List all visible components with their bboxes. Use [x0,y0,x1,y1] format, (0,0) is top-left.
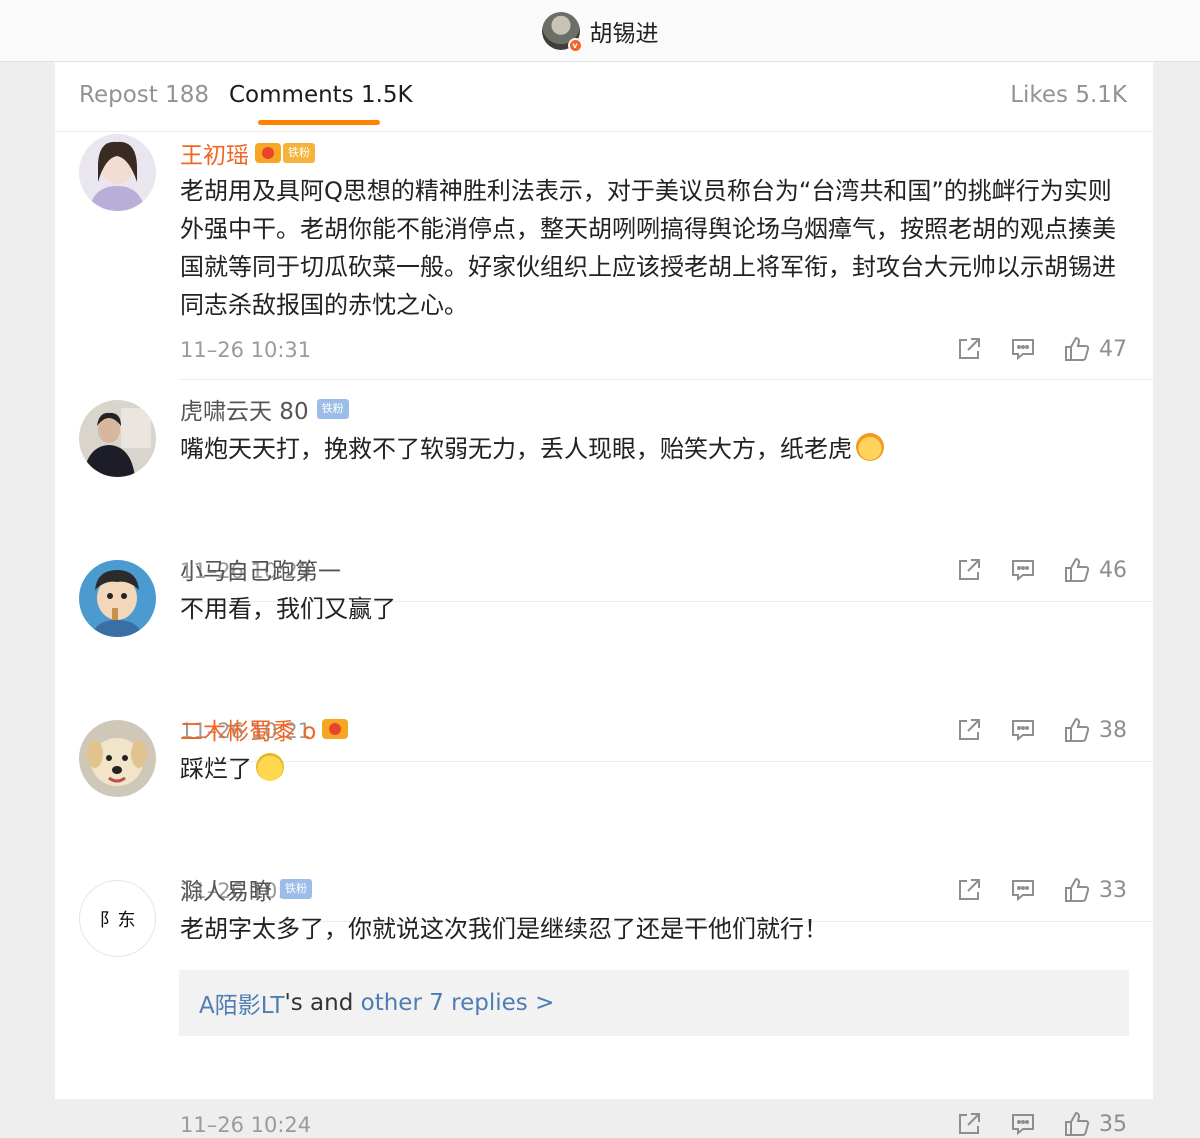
comment-text: 不用看，我们又赢了 [180,595,396,623]
comment-item: 阝东 滁人易瞭 铁粉 老胡字太多了，你就说这次我们是继续忍了还是干他们就行！ A… [55,860,1153,1137]
timestamp: 11–26 10:31 [180,338,312,362]
tiger-emoji-icon [856,433,884,461]
like-button[interactable]: 35 [1063,1110,1127,1138]
username[interactable]: 小马自己跑第一 [180,552,341,586]
tab-comments[interactable]: Comments 1.5K [229,82,413,108]
share-icon[interactable] [955,335,983,363]
like-count: 35 [1099,1111,1127,1137]
username[interactable]: 二木彬蜀黍 o [180,712,316,746]
fan-badge: 铁粉 [316,399,349,419]
thumbs-up-icon [1065,1111,1090,1136]
tab-likes[interactable]: Likes 5.1K [1010,82,1127,108]
comment-item: 虎啸云天 80 铁粉 嘴炮天天打，挽救不了软弱无力，丢人现眼，贻笑大方，纸老虎 … [55,380,1153,602]
comment-text: 老胡用及具阿Q思想的精神胜利法表示，对于美议员称台为“台湾共和国”的挑衅行为实则… [180,177,1116,319]
comment-icon[interactable] [1009,1110,1037,1138]
fan-badge: 铁粉 [280,879,312,899]
verified-v-icon: v [567,37,583,53]
replies-connector: 's and [284,990,361,1016]
avatar[interactable]: 阝东 [79,880,156,957]
comment-text: 老胡字太多了，你就说这次我们是继续忍了还是干他们就行！ [180,915,828,943]
vip-crown-icon [255,143,281,163]
avatar[interactable] [79,560,156,637]
comment-text-body: 踩烂了 [180,755,252,783]
username[interactable]: 虎啸云天 80 [180,392,309,426]
avatar-text: 阝东 [99,909,136,931]
like-button[interactable]: 47 [1063,335,1127,363]
comment-text-body: 嘴炮天天打，挽救不了软弱无力，丢人现眼，贻笑大方，纸老虎 [180,435,852,463]
author-avatar[interactable]: v [541,11,583,53]
top-bar: v 胡锡进 [0,0,1200,62]
comments-panel: Repost 188 Comments 1.5K Likes 5.1K 王初瑶 … [55,62,1153,1137]
page-title: 胡锡进 [589,20,659,47]
tab-bar: Repost 188 Comments 1.5K Likes 5.1K [55,62,1153,132]
more-replies-link[interactable]: other 7 replies > [361,990,555,1016]
fan-badge: 铁粉 [283,143,315,163]
thumbs-up-icon [1065,336,1090,361]
comment-item: 王初瑶 铁粉 老胡用及具阿Q思想的精神胜利法表示，对于美议员称台为“台湾共和国”… [55,132,1153,380]
reply-user-link[interactable]: A陌影LT [199,986,284,1020]
comment-text: 踩烂了 [180,750,1130,788]
comment-icon[interactable] [1009,335,1037,363]
vip-crown-icon [322,719,349,739]
username[interactable]: 滁人易瞭 [180,872,272,906]
like-count: 47 [1099,336,1127,362]
active-tab-indicator [258,120,380,125]
comment-text: 嘴炮天天打，挽救不了软弱无力，丢人现眼，贻笑大方，纸老虎 [180,430,1130,468]
laugh-cry-emoji-icon [256,753,284,781]
avatar[interactable] [79,134,156,211]
replies-preview[interactable]: A陌影LT 's and other 7 replies > [179,970,1129,1036]
avatar[interactable] [79,720,156,797]
comment-item: 小马自己跑第一 不用看，我们又赢了 11–26 10:21 38 [55,540,1153,762]
tab-repost[interactable]: Repost 188 [79,82,209,108]
share-icon[interactable] [955,1110,983,1138]
comment-item: 二木彬蜀黍 o 踩烂了 11–26 10:17 33 [55,700,1153,922]
username[interactable]: 王初瑶 [180,136,249,170]
avatar[interactable] [79,400,156,477]
timestamp: 11–26 10:24 [180,1113,312,1137]
